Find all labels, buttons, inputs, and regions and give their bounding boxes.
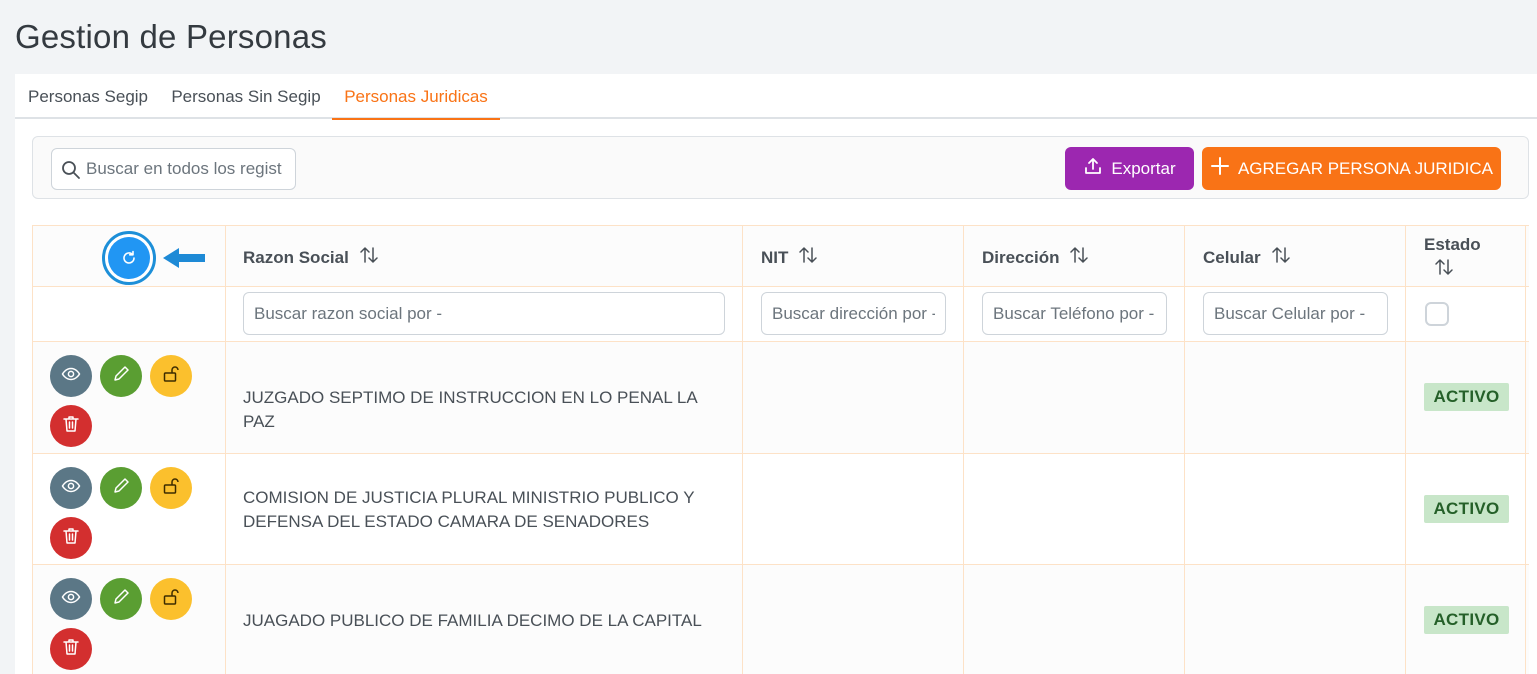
status-badge: ACTIVO	[1424, 495, 1509, 523]
filter-estado-checkbox[interactable]	[1425, 302, 1449, 326]
column-header-celular[interactable]: Celular	[1203, 245, 1291, 270]
grid-line	[225, 225, 226, 674]
column-header-razon-social[interactable]: Razon Social	[243, 245, 379, 270]
grid-line	[32, 225, 1529, 226]
grid-line	[1184, 225, 1185, 674]
unlock-icon	[161, 364, 181, 389]
export-button[interactable]: Exportar	[1065, 147, 1194, 190]
page-title: Gestion de Personas	[15, 18, 327, 55]
razon-social-cell: JUAGADO PUBLICO DE FAMILIA DECIMO DE LA …	[243, 611, 702, 630]
tab-personas-sin-segip[interactable]: Personas Sin Segip	[161, 74, 331, 119]
eye-icon	[61, 476, 81, 501]
column-header-direccion[interactable]: Dirección	[982, 245, 1089, 270]
arrow-left-icon	[163, 246, 205, 275]
delete-button[interactable]	[50, 405, 92, 447]
column-header-nit[interactable]: NIT	[761, 245, 818, 270]
edit-button[interactable]	[100, 578, 142, 620]
trash-icon	[61, 526, 81, 551]
grid-line	[32, 225, 33, 674]
grid-line	[1405, 225, 1406, 674]
delete-button[interactable]	[50, 628, 92, 670]
trash-icon	[61, 637, 81, 662]
grid-line	[742, 225, 743, 674]
view-button[interactable]	[50, 355, 92, 397]
filter-celular-input[interactable]	[1203, 292, 1388, 335]
edit-button[interactable]	[100, 467, 142, 509]
export-button-label: Exportar	[1111, 158, 1176, 178]
global-search[interactable]	[51, 148, 296, 190]
eye-icon	[61, 587, 81, 612]
edit-button[interactable]	[100, 355, 142, 397]
delete-button[interactable]	[50, 517, 92, 559]
eye-icon	[61, 364, 81, 389]
tab-bar: Personas Segip Personas Sin Segip Person…	[15, 74, 1537, 120]
add-persona-juridica-button[interactable]: AGREGAR PERSONA JURIDICA	[1202, 147, 1501, 190]
grid-line	[32, 453, 1529, 454]
status-badge: ACTIVO	[1424, 606, 1509, 634]
sort-icon[interactable]	[1069, 245, 1089, 270]
refresh-button[interactable]	[102, 231, 156, 285]
grid-line	[32, 341, 1529, 342]
column-label: Estado	[1424, 235, 1481, 254]
sort-icon[interactable]	[1434, 257, 1454, 282]
grid-line	[963, 225, 964, 674]
filter-nit-input[interactable]	[761, 292, 946, 335]
unlock-button[interactable]	[150, 467, 192, 509]
add-button-label: AGREGAR PERSONA JURIDICA	[1237, 158, 1494, 178]
toolbar: Exportar AGREGAR PERSONA JURIDICA	[32, 136, 1529, 199]
column-label: Razon Social	[243, 247, 349, 267]
status-badge: ACTIVO	[1424, 383, 1509, 411]
column-label: Celular	[1203, 247, 1261, 267]
column-label: NIT	[761, 247, 789, 267]
filter-razon-social-input[interactable]	[243, 292, 725, 335]
column-label: Dirección	[982, 247, 1060, 267]
unlock-button[interactable]	[150, 578, 192, 620]
pencil-icon	[111, 476, 131, 501]
view-button[interactable]	[50, 467, 92, 509]
trash-icon	[61, 414, 81, 439]
razon-social-cell: COMISION DE JUSTICIA PLURAL MINISTRIO PU…	[243, 488, 695, 531]
grid-line	[32, 286, 1529, 287]
razon-social-cell: JUZGADO SEPTIMO DE INSTRUCCION EN LO PEN…	[243, 388, 697, 431]
plus-icon	[1210, 156, 1230, 181]
sort-icon[interactable]	[1271, 245, 1291, 270]
unlock-button[interactable]	[150, 355, 192, 397]
sort-icon[interactable]	[359, 245, 379, 270]
filter-direccion-input[interactable]	[982, 292, 1167, 335]
grid-line	[1525, 225, 1526, 674]
pencil-icon	[111, 364, 131, 389]
grid-line	[32, 564, 1529, 565]
unlock-icon	[161, 587, 181, 612]
view-button[interactable]	[50, 578, 92, 620]
personas-juridicas-table: Razon Social NIT Dirección Celular Estad…	[32, 225, 1529, 674]
upload-icon	[1083, 156, 1103, 181]
sort-icon[interactable]	[798, 245, 818, 270]
refresh-icon	[108, 237, 150, 279]
unlock-icon	[161, 476, 181, 501]
tab-personas-juridicas[interactable]: Personas Juridicas	[332, 74, 500, 120]
global-search-input[interactable]	[86, 157, 290, 181]
tab-personas-segip[interactable]: Personas Segip	[15, 74, 161, 119]
column-header-estado[interactable]: Estado	[1424, 235, 1481, 282]
pencil-icon	[111, 587, 131, 612]
content-card: Personas Segip Personas Sin Segip Person…	[15, 74, 1537, 674]
search-icon	[61, 160, 81, 185]
